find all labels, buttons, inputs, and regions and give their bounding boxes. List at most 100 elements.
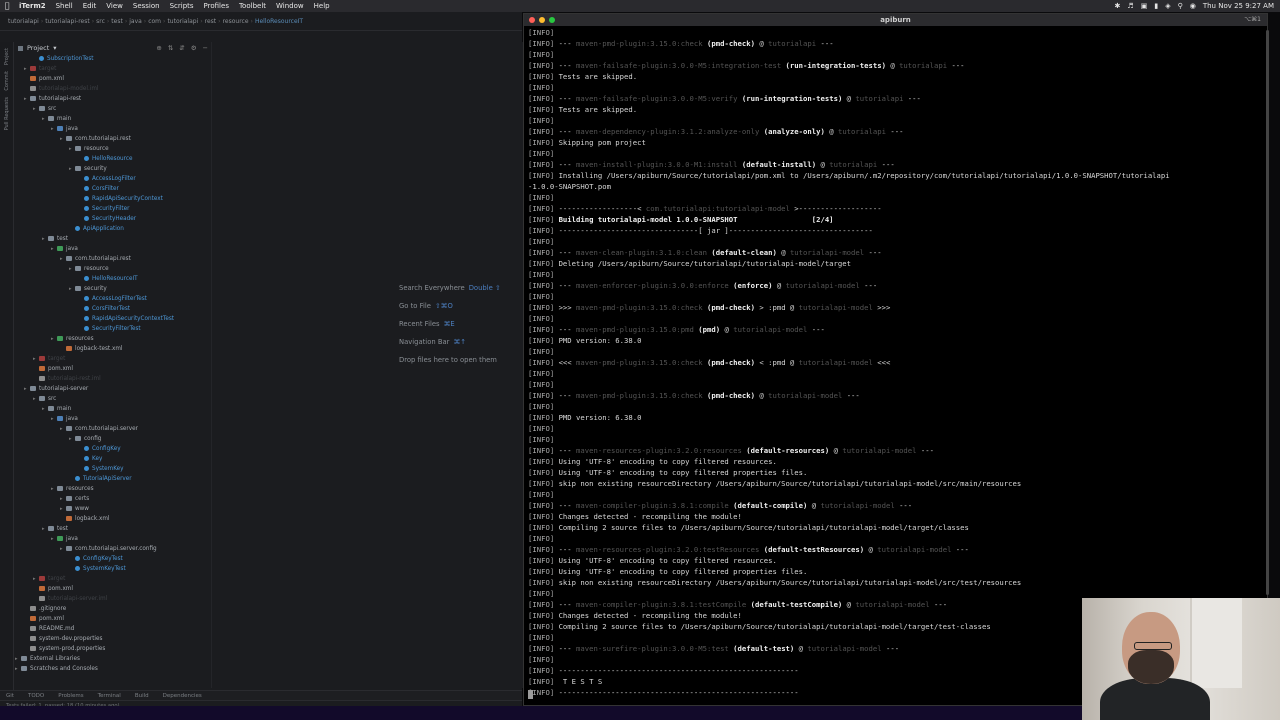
editor-area[interactable]: Search Everywhere Double ⇧ Go to File ⇧⌘O Re… [211, 42, 523, 688]
commit-tool-tab[interactable]: Commit [4, 71, 10, 91]
tree-row[interactable]: CorsFilterTest [14, 304, 210, 314]
menu-app[interactable]: iTerm2 [14, 0, 51, 12]
tree-row[interactable]: SubscriptionTest [14, 54, 210, 64]
apple-icon[interactable]:  [0, 0, 14, 12]
tree-row[interactable]: tutorialapi-server.iml [14, 594, 210, 604]
tree-row[interactable]: ▸ tutorialapi-rest [14, 94, 210, 104]
menu-window[interactable]: Window [271, 0, 309, 12]
project-tool-tab[interactable]: Project [4, 48, 10, 65]
tree-row[interactable]: RapidApiSecurityContextTest [14, 314, 210, 324]
tree-row[interactable]: SecurityFilter [14, 204, 210, 214]
tree-row[interactable]: ▸ certs [14, 494, 210, 504]
breadcrumb-item[interactable]: com [146, 18, 163, 25]
gear-icon[interactable]: ⚙ [191, 44, 197, 52]
volume-icon[interactable]: ♬ [1127, 0, 1133, 12]
tree-row[interactable]: ▸ config [14, 434, 210, 444]
tree-row[interactable]: ConfigKey [14, 444, 210, 454]
tree-row[interactable]: ▸ resources [14, 484, 210, 494]
tree-row[interactable]: SecurityHeader [14, 214, 210, 224]
tree-row[interactable]: ▸ Scratches and Consoles [14, 664, 210, 674]
tree-row[interactable]: system-dev.properties [14, 634, 210, 644]
tree-row[interactable]: ▸ test [14, 234, 210, 244]
tree-row[interactable]: ▸ target [14, 574, 210, 584]
tree-row[interactable]: RapidApiSecurityContext [14, 194, 210, 204]
tree-row[interactable]: CorsFilter [14, 184, 210, 194]
tree-row[interactable]: HelloResourceIT [14, 274, 210, 284]
tree-row[interactable]: ▸ java [14, 534, 210, 544]
tree-row[interactable]: system-prod.properties [14, 644, 210, 654]
tree-row[interactable]: ▸ security [14, 284, 210, 294]
menu-edit[interactable]: Edit [78, 0, 102, 12]
tree-row[interactable]: ▸ com.tutorialapi.rest [14, 254, 210, 264]
tree-row[interactable]: ▸ www [14, 504, 210, 514]
tree-row[interactable]: ▸ com.tutorialapi.server [14, 424, 210, 434]
tree-row[interactable]: ▸ java [14, 414, 210, 424]
search-icon[interactable]: ⚲ [1178, 0, 1183, 12]
menu-toolbelt[interactable]: Toolbelt [234, 0, 271, 12]
breadcrumb-item[interactable]: tutorialapi [165, 18, 200, 25]
breadcrumb-item[interactable]: HelloResourceIT [253, 18, 305, 25]
tree-row[interactable]: ▸ target [14, 354, 210, 364]
tool-tab-dependencies[interactable]: Dependencies [163, 693, 202, 699]
menu-scripts[interactable]: Scripts [165, 0, 199, 12]
bluetooth-icon[interactable]: ✱ [1115, 0, 1121, 12]
tree-row[interactable]: ▸ security [14, 164, 210, 174]
tree-row[interactable]: ▸ src [14, 104, 210, 114]
control-center-icon[interactable]: ◉ [1190, 0, 1196, 12]
tree-row[interactable]: AccessLogFilter [14, 174, 210, 184]
tool-tab-todo[interactable]: TODO [28, 693, 44, 699]
terminal-scrollbar[interactable] [1266, 30, 1269, 595]
tree-row[interactable]: logback.xml [14, 514, 210, 524]
tree-row[interactable]: ▸ com.tutorialapi.rest [14, 134, 210, 144]
tree-row[interactable]: Key [14, 454, 210, 464]
tool-tab-build[interactable]: Build [135, 693, 149, 699]
menu-session[interactable]: Session [128, 0, 165, 12]
tree-row[interactable]: ▸ resource [14, 264, 210, 274]
tree-row[interactable]: AccessLogFilterTest [14, 294, 210, 304]
battery-icon[interactable]: ▮ [1154, 0, 1158, 12]
breadcrumb-item[interactable]: rest [203, 18, 219, 25]
menu-help[interactable]: Help [309, 0, 335, 12]
breadcrumb-item[interactable]: src [94, 18, 107, 25]
tree-row[interactable]: ▸ java [14, 124, 210, 134]
tree-row[interactable]: logback-test.xml [14, 344, 210, 354]
tree-row[interactable]: pom.xml [14, 74, 210, 84]
expand-all-icon[interactable]: ⇵ [179, 44, 184, 52]
breadcrumb-item[interactable]: java [127, 18, 144, 25]
menu-shell[interactable]: Shell [51, 0, 78, 12]
chevron-down-icon[interactable]: ▾ [53, 44, 56, 52]
tree-row[interactable]: SystemKey [14, 464, 210, 474]
menu-profiles[interactable]: Profiles [199, 0, 234, 12]
menubar-clock[interactable]: Thu Nov 25 9:27 AM [1203, 0, 1274, 12]
tool-tab-terminal[interactable]: Terminal [98, 693, 121, 699]
tree-row[interactable]: ▸ test [14, 524, 210, 534]
tree-row[interactable]: ▸ java [14, 244, 210, 254]
menu-view[interactable]: View [101, 0, 128, 12]
tree-row[interactable]: ▸ src [14, 394, 210, 404]
tree-row[interactable]: ▸ main [14, 404, 210, 414]
breadcrumb-item[interactable]: tutorialapi-rest [43, 18, 91, 25]
tree-row[interactable]: ▸ main [14, 114, 210, 124]
project-panel-label[interactable]: Project [27, 44, 49, 52]
tree-row[interactable]: ▸ tutorialapi-server [14, 384, 210, 394]
tree-row[interactable]: ▸ com.tutorialapi.server.config [14, 544, 210, 554]
tree-row[interactable]: ▸ target [14, 64, 210, 74]
tree-row[interactable]: ApiApplication [14, 224, 210, 234]
breadcrumb-item[interactable]: test [109, 18, 125, 25]
tree-row[interactable]: .gitignore [14, 604, 210, 614]
tree-row[interactable]: pom.xml [14, 364, 210, 374]
tree-row[interactable]: tutorialapi-model.iml [14, 84, 210, 94]
tool-tab-git[interactable]: Git [6, 693, 14, 699]
breadcrumb-item[interactable]: resource [221, 18, 251, 25]
collapse-all-icon[interactable]: ⇅ [168, 44, 173, 52]
locate-icon[interactable]: ⊕ [156, 44, 161, 52]
tree-row[interactable]: ConfigKeyTest [14, 554, 210, 564]
tree-row[interactable]: SystemKeyTest [14, 564, 210, 574]
wifi-icon[interactable]: ◈ [1165, 0, 1170, 12]
tree-row[interactable]: tutorialapi-rest.iml [14, 374, 210, 384]
tree-row[interactable]: TutorialApiServer [14, 474, 210, 484]
breadcrumb-item[interactable]: tutorialapi [0, 18, 41, 25]
pull-requests-tool-tab[interactable]: Pull Requests [4, 97, 10, 130]
tree-row[interactable]: ▸ External Libraries [14, 654, 210, 664]
tree-row[interactable]: pom.xml [14, 584, 210, 594]
